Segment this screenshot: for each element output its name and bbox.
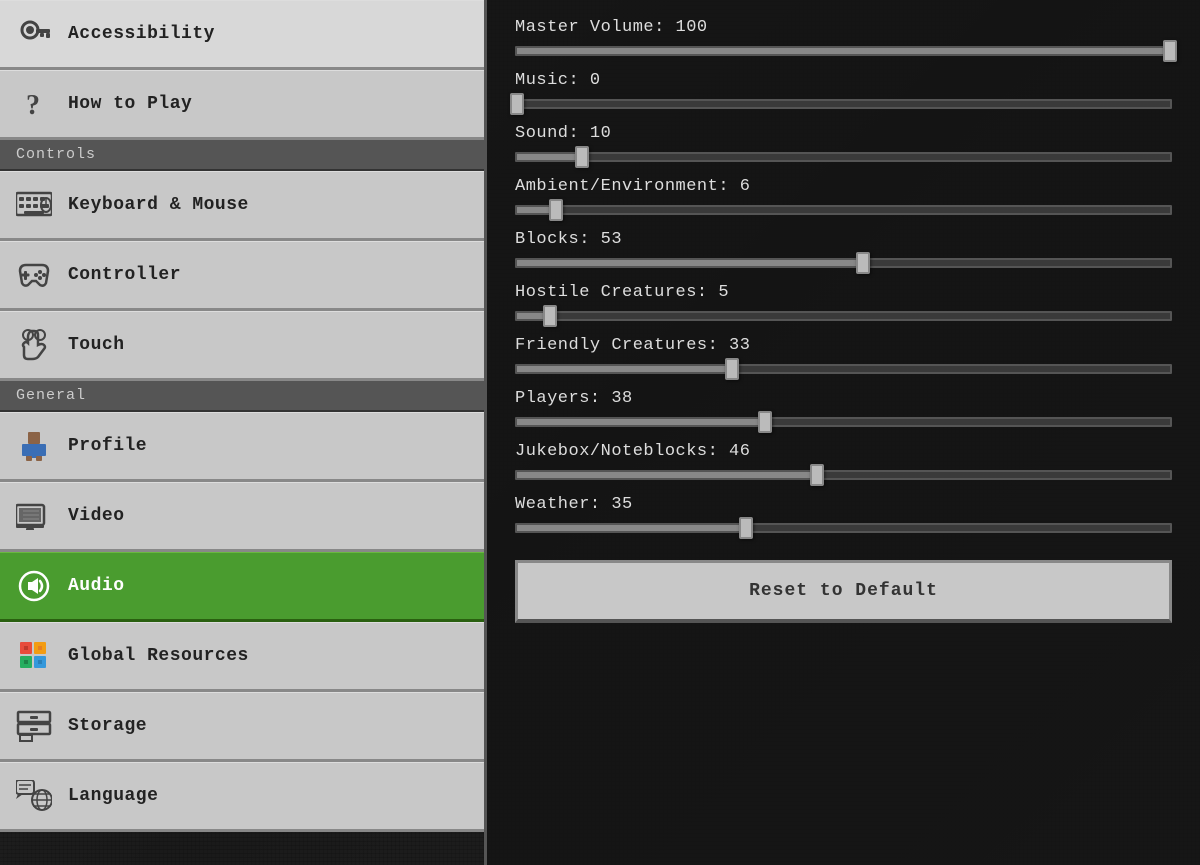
slider-track-container-weather[interactable] — [515, 518, 1172, 538]
sidebar: Accessibility ? How to Play Controls — [0, 0, 487, 865]
slider-track-friendly-creatures[interactable] — [515, 364, 1172, 374]
touch-icon — [16, 327, 52, 363]
slider-label-hostile-creatures: Hostile Creatures: 5 — [515, 283, 1172, 302]
slider-row-ambient: Ambient/Environment: 6 — [515, 177, 1172, 220]
slider-track-container-players[interactable] — [515, 412, 1172, 432]
language-label: Language — [68, 786, 158, 806]
slider-row-blocks: Blocks: 53 — [515, 230, 1172, 273]
slider-track-jukebox[interactable] — [515, 470, 1172, 480]
slider-track-blocks[interactable] — [515, 258, 1172, 268]
sidebar-item-language[interactable]: Language — [0, 762, 484, 832]
storage-icon — [16, 708, 52, 744]
accessibility-label: Accessibility — [68, 24, 215, 44]
video-label: Video — [68, 506, 125, 526]
slider-track-container-hostile-creatures[interactable] — [515, 306, 1172, 326]
question-icon: ? — [16, 86, 52, 122]
slider-thumb-blocks[interactable] — [856, 252, 870, 274]
profile-label: Profile — [68, 436, 147, 456]
slider-row-players: Players: 38 — [515, 389, 1172, 432]
sidebar-item-storage[interactable]: Storage — [0, 692, 484, 762]
profile-icon — [16, 428, 52, 464]
slider-fill-weather — [517, 525, 746, 531]
slider-row-sound: Sound: 10 — [515, 124, 1172, 167]
slider-label-blocks: Blocks: 53 — [515, 230, 1172, 249]
slider-fill-blocks — [517, 260, 863, 266]
slider-track-hostile-creatures[interactable] — [515, 311, 1172, 321]
language-icon — [16, 778, 52, 814]
slider-track-master-volume[interactable] — [515, 46, 1172, 56]
audio-label: Audio — [68, 576, 125, 596]
slider-fill-sound — [517, 154, 582, 160]
sidebar-item-accessibility[interactable]: Accessibility — [0, 0, 484, 70]
slider-thumb-players[interactable] — [758, 411, 772, 433]
slider-track-container-friendly-creatures[interactable] — [515, 359, 1172, 379]
slider-thumb-jukebox[interactable] — [810, 464, 824, 486]
slider-track-container-sound[interactable] — [515, 147, 1172, 167]
key-icon — [16, 16, 52, 52]
general-header: General — [0, 381, 484, 412]
slider-fill-friendly-creatures — [517, 366, 732, 372]
reset-to-default-button[interactable]: Reset to Default — [515, 560, 1172, 623]
slider-fill-master-volume — [517, 48, 1170, 54]
resources-icon — [16, 638, 52, 674]
slider-row-music: Music: 0 — [515, 71, 1172, 114]
svg-text:?: ? — [26, 90, 40, 120]
slider-fill-players — [517, 419, 765, 425]
slider-track-music[interactable] — [515, 99, 1172, 109]
main-panel: Master Volume: 100 Music: 0 Sound: 10 Ambie… — [487, 0, 1200, 865]
slider-label-weather: Weather: 35 — [515, 495, 1172, 514]
controller-label: Controller — [68, 265, 181, 285]
sidebar-item-audio[interactable]: Audio — [0, 552, 484, 622]
sidebar-item-profile[interactable]: Profile — [0, 412, 484, 482]
sidebar-item-how-to-play[interactable]: ? How to Play — [0, 70, 484, 140]
how-to-play-label: How to Play — [68, 94, 192, 114]
slider-row-hostile-creatures: Hostile Creatures: 5 — [515, 283, 1172, 326]
slider-row-jukebox: Jukebox/Noteblocks: 46 — [515, 442, 1172, 485]
slider-label-music: Music: 0 — [515, 71, 1172, 90]
video-icon — [16, 498, 52, 534]
slider-track-container-master-volume[interactable] — [515, 41, 1172, 61]
slider-thumb-weather[interactable] — [739, 517, 753, 539]
slider-row-master-volume: Master Volume: 100 — [515, 18, 1172, 61]
sidebar-item-keyboard-mouse[interactable]: Keyboard & Mouse — [0, 171, 484, 241]
slider-track-container-jukebox[interactable] — [515, 465, 1172, 485]
slider-label-ambient: Ambient/Environment: 6 — [515, 177, 1172, 196]
slider-row-friendly-creatures: Friendly Creatures: 33 — [515, 336, 1172, 379]
slider-row-weather: Weather: 35 — [515, 495, 1172, 538]
slider-track-players[interactable] — [515, 417, 1172, 427]
sidebar-item-video[interactable]: Video — [0, 482, 484, 552]
slider-thumb-master-volume[interactable] — [1163, 40, 1177, 62]
global-resources-label: Global Resources — [68, 646, 249, 666]
storage-label: Storage — [68, 716, 147, 736]
sidebar-item-controller[interactable]: Controller — [0, 241, 484, 311]
slider-label-jukebox: Jukebox/Noteblocks: 46 — [515, 442, 1172, 461]
controls-header: Controls — [0, 140, 484, 171]
slider-fill-jukebox — [517, 472, 817, 478]
slider-label-friendly-creatures: Friendly Creatures: 33 — [515, 336, 1172, 355]
slider-track-weather[interactable] — [515, 523, 1172, 533]
keyboard-icon — [16, 187, 52, 223]
slider-thumb-music[interactable] — [510, 93, 524, 115]
slider-label-players: Players: 38 — [515, 389, 1172, 408]
slider-thumb-sound[interactable] — [575, 146, 589, 168]
sidebar-item-global-resources[interactable]: Global Resources — [0, 622, 484, 692]
touch-label: Touch — [68, 335, 125, 355]
slider-label-master-volume: Master Volume: 100 — [515, 18, 1172, 37]
slider-track-container-blocks[interactable] — [515, 253, 1172, 273]
slider-track-sound[interactable] — [515, 152, 1172, 162]
slider-thumb-ambient[interactable] — [549, 199, 563, 221]
keyboard-mouse-label: Keyboard & Mouse — [68, 195, 249, 215]
controller-icon — [16, 257, 52, 293]
slider-thumb-hostile-creatures[interactable] — [543, 305, 557, 327]
audio-icon — [16, 568, 52, 604]
slider-track-container-music[interactable] — [515, 94, 1172, 114]
sidebar-item-touch[interactable]: Touch — [0, 311, 484, 381]
slider-thumb-friendly-creatures[interactable] — [725, 358, 739, 380]
slider-track-ambient[interactable] — [515, 205, 1172, 215]
slider-label-sound: Sound: 10 — [515, 124, 1172, 143]
slider-track-container-ambient[interactable] — [515, 200, 1172, 220]
